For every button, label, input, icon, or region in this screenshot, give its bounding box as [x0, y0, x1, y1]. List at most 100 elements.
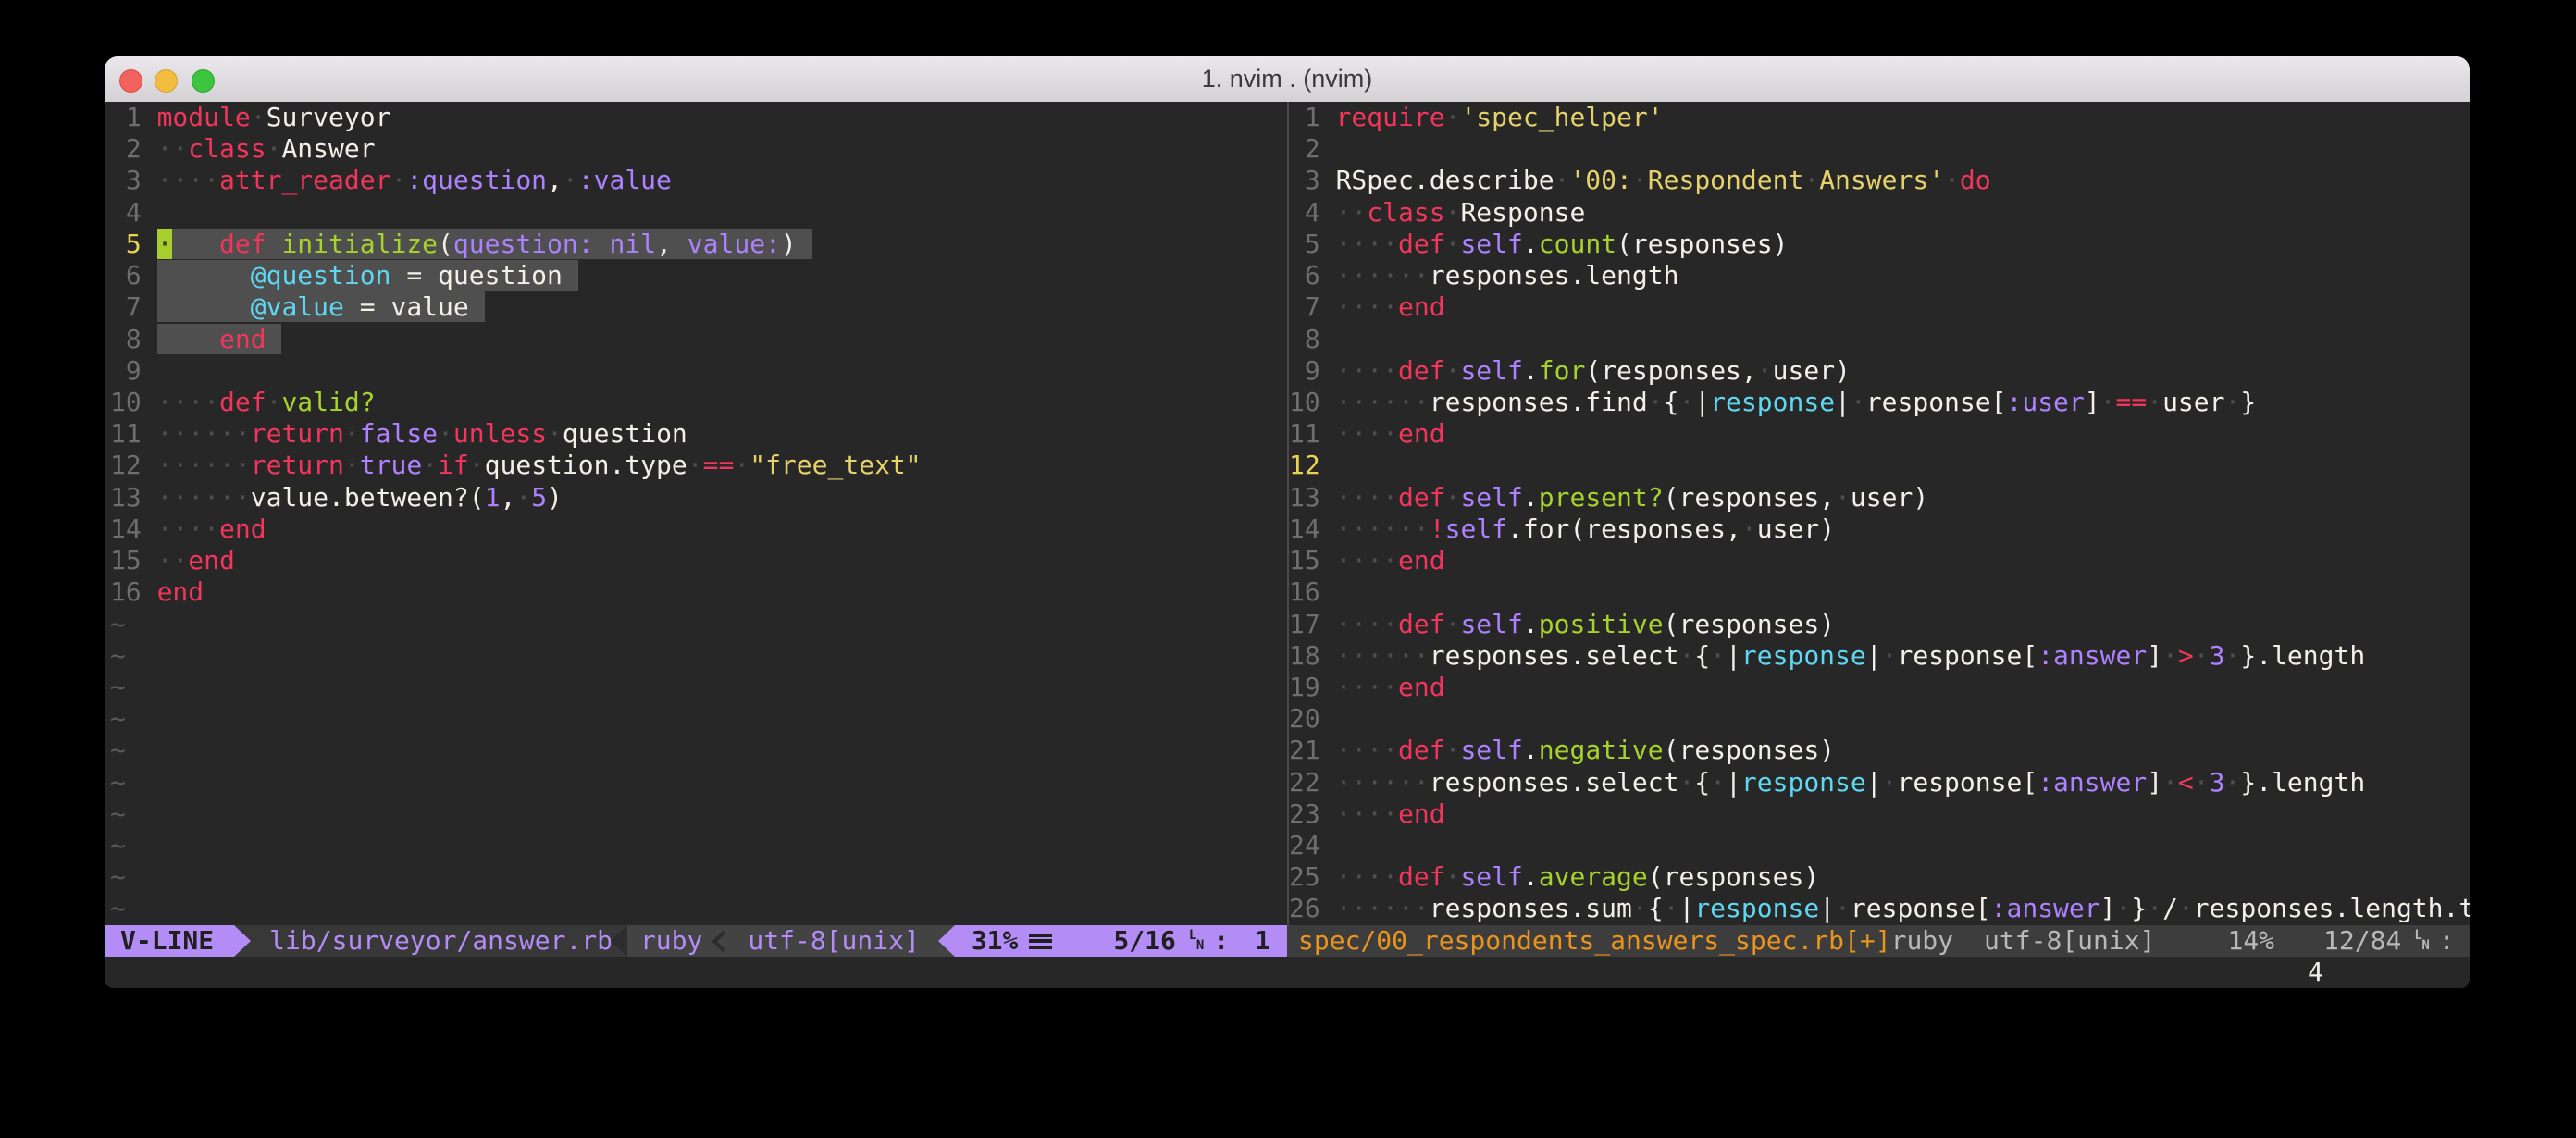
window-title: 1. nvim . (nvim): [105, 56, 2470, 102]
line-number: 23: [1289, 798, 1336, 830]
filler-line: ~: [110, 830, 1287, 861]
line-number: 20: [1289, 703, 1336, 735]
line-number: 19: [1289, 672, 1336, 703]
code-line: 24: [1289, 830, 2470, 861]
code-line: 15 ··end: [110, 545, 1287, 576]
terminal-window: 1. nvim . (nvim) 1 module·Surveyor 2 ··c…: [105, 56, 2470, 988]
code-line: 9: [110, 355, 1287, 387]
command-line[interactable]: 4: [105, 957, 2470, 988]
visual-selection: ······@question·=·question: [157, 260, 578, 291]
line-number: 11: [110, 418, 157, 450]
code-line: 12: [1289, 450, 2470, 481]
code-line: 4 ··class·Response: [1289, 197, 2470, 229]
filler-line: ~: [110, 767, 1287, 798]
code-line: 1 require·'spec_helper': [1289, 102, 2470, 133]
pending-command: 4: [2308, 957, 2323, 988]
code-line: 17 ····def·self.positive(responses): [1289, 609, 2470, 640]
line-number-icon: LN: [1189, 931, 1204, 951]
filler-line: ~: [110, 735, 1287, 766]
powerline-left-arrow-icon: [938, 925, 955, 957]
line-number: 10: [110, 387, 157, 418]
statusline-inactive: spec/00_respondents_answers_spec.rb[+] r…: [1287, 925, 2470, 957]
code-line: 3 RSpec.describe·'00:·Respondent·Answers…: [1289, 165, 2470, 196]
filler-line: ~: [110, 672, 1287, 703]
mode-indicator: V-LINE: [105, 925, 234, 957]
nvim-terminal[interactable]: 1 module·Surveyor 2 ··class·Answer 3 ···…: [105, 102, 2470, 988]
colon-separator: :: [1213, 925, 1229, 957]
line-number: 4: [1289, 197, 1336, 229]
code-line: 25 ····def·self.average(responses): [1289, 861, 2470, 893]
line-number: 1: [1289, 102, 1336, 133]
code-line: 5 ····def·initialize(question:·nil,·valu…: [110, 229, 1287, 260]
line-number: 11: [1289, 418, 1336, 450]
code-line: 9 ····def·self.for(responses,·user): [1289, 355, 2470, 387]
line-number: 9: [1289, 355, 1336, 387]
line-number: 4: [110, 197, 157, 229]
code-line: 12 ······return·true·if·question.type·==…: [110, 450, 1287, 481]
line-number: 26: [1289, 893, 1336, 924]
line-number: 15: [110, 545, 157, 576]
code-line: 16: [1289, 576, 2470, 608]
line-number: 3: [1289, 165, 1336, 196]
code-line: 2 ··class·Answer: [110, 133, 1287, 165]
editor-pane-right[interactable]: 1 require·'spec_helper' 2 3 RSpec.descri…: [1289, 102, 2470, 925]
line-number: 14: [110, 513, 157, 545]
active-file-path: lib/surveyor/answer.rb: [251, 925, 611, 957]
code-line: 14 ····end: [110, 513, 1287, 545]
filler-line: ~: [110, 861, 1287, 893]
line-number: 6: [110, 260, 157, 291]
statusline-active: V-LINE lib/surveyor/answer.rb ruby utf-8…: [105, 925, 1287, 957]
code-line: 13 ······value.between?(1,·5): [110, 482, 1287, 513]
code-line: 4: [110, 197, 1287, 229]
code-line: 8 ····end: [110, 324, 1287, 355]
encoding-label: utf-8[unix]: [737, 925, 937, 957]
code-line: 7 ····end: [1289, 291, 2470, 323]
editor-pane-left[interactable]: 1 module·Surveyor 2 ··class·Answer 3 ···…: [105, 102, 1287, 925]
line-number: 12: [110, 450, 157, 481]
scroll-percent: 14%: [2227, 925, 2274, 957]
inactive-file-path: spec/00_respondents_answers_spec.rb[+]: [1298, 925, 1891, 957]
code-line: 2: [1289, 133, 2470, 165]
colon-separator: :: [2439, 925, 2455, 957]
filetype-encoding-segment: ruby utf-8[unix]: [627, 925, 938, 957]
filetype-label: ruby: [627, 925, 710, 957]
code-line: 20: [1289, 703, 2470, 735]
line-number: 8: [110, 324, 157, 355]
code-line: 3 ····attr_reader·:question,·:value: [110, 165, 1287, 196]
line-number: 7: [110, 291, 157, 323]
line-number: 8: [1289, 324, 1336, 355]
line-number: 6: [1289, 260, 1336, 291]
column-number: 1: [1255, 925, 1270, 957]
line-number: 5: [1289, 229, 1336, 260]
code-line: 23 ····end: [1289, 798, 2470, 830]
visual-selection: ······@value·=·value: [157, 291, 485, 322]
code-line: 6 ······responses.length: [1289, 260, 2470, 291]
code-line: 8: [1289, 324, 2470, 355]
line-number: 15: [1289, 545, 1336, 576]
line-number-icon: LN: [2414, 931, 2429, 951]
code-line: 5 ····def·self.count(responses): [1289, 229, 2470, 260]
line-number: 13: [1289, 482, 1336, 513]
line-number: 5: [110, 229, 157, 260]
line-number: 9: [110, 355, 157, 387]
chevron-left-icon: [712, 930, 735, 952]
line-number: 2: [1289, 133, 1336, 165]
line-position: 12/84: [2323, 925, 2401, 957]
code-line: 22 ······responses.select·{·|response|·r…: [1289, 767, 2470, 798]
filler-line: ~: [110, 798, 1287, 830]
line-number: 3: [110, 165, 157, 196]
visual-selection: ····def·initialize(question:·nil,·value:…: [157, 229, 812, 259]
line-position: 5/16: [1113, 925, 1175, 957]
statusline-row: V-LINE lib/surveyor/answer.rb ruby utf-8…: [105, 925, 2470, 957]
line-number: 21: [1289, 735, 1336, 766]
position-segment: 31% 5/16 LN : 1: [955, 925, 1287, 957]
code-line: 10 ····def·valid?: [110, 387, 1287, 418]
line-number: 12: [1289, 450, 1336, 481]
line-number: 2: [110, 133, 157, 165]
line-number: 22: [1289, 767, 1336, 798]
code-line: 10 ······responses.find·{·|response|·res…: [1289, 387, 2470, 418]
window-titlebar[interactable]: 1. nvim . (nvim): [105, 56, 2470, 103]
code-line: 19 ····end: [1289, 672, 2470, 703]
filler-line: ~: [110, 640, 1287, 672]
code-line: 11 ······return·false·unless·question: [110, 418, 1287, 450]
